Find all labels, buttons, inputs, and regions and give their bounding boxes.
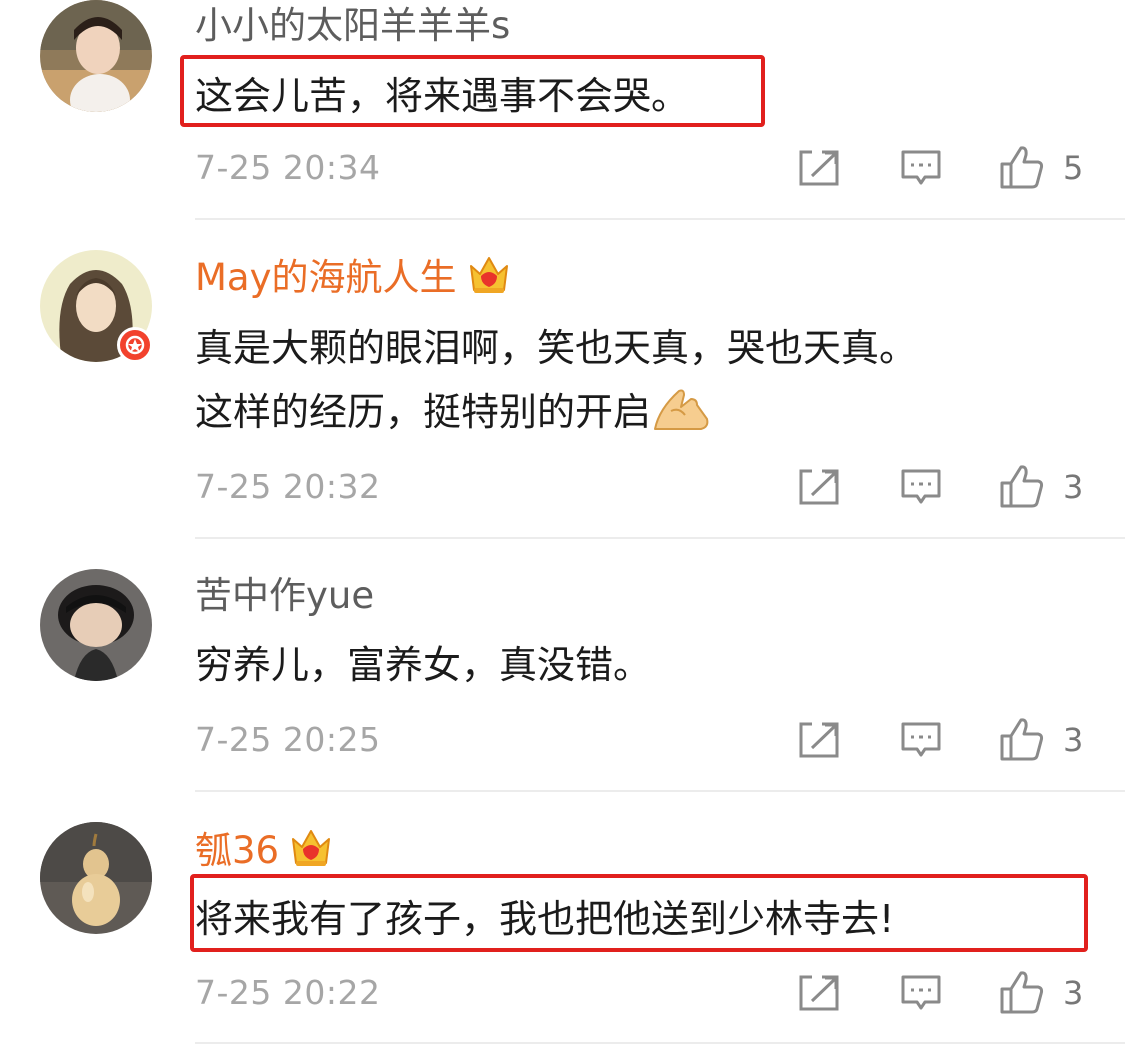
comment-timestamp: 7-25 20:25 (195, 720, 381, 759)
highlight-annotation-box (180, 55, 765, 127)
crown-vip-icon (469, 257, 508, 293)
divider (195, 1042, 1125, 1044)
comment-timestamp: 7-25 20:34 (195, 148, 381, 187)
reply-comment-icon (901, 722, 941, 757)
thumbs-up-icon (1000, 465, 1044, 508)
avatar[interactable] (40, 569, 152, 681)
share-icon (799, 469, 839, 505)
reply-button[interactable] (898, 718, 944, 762)
comment-line: 真是大颗的眼泪啊，笑也天真，哭也天真。 (195, 326, 918, 370)
like-count: 3 (1063, 974, 1084, 1012)
reply-button[interactable] (898, 465, 944, 509)
comment-timestamp: 7-25 20:22 (195, 973, 381, 1012)
reply-button[interactable] (898, 971, 944, 1015)
avatar[interactable] (40, 822, 152, 934)
share-icon (799, 722, 839, 758)
highlight-annotation-box (190, 874, 1088, 952)
reply-button[interactable] (898, 146, 944, 190)
like-count: 3 (1063, 468, 1084, 506)
verified-badge (117, 327, 153, 363)
reply-comment-icon (901, 150, 941, 185)
thumbs-up-icon (1000, 718, 1044, 761)
comment-text: 穷养儿，富养女，真没错。 (195, 633, 651, 697)
username-text[interactable]: 小小的太阳羊羊羊s (195, 4, 510, 47)
username-text[interactable]: 苦中作yue (195, 574, 374, 617)
reply-comment-icon (901, 975, 941, 1010)
share-button[interactable] (796, 146, 842, 190)
comment-line-text: 这样的经历，挺特别的开启 (195, 390, 652, 434)
avatar-cartoon-boy-image (40, 569, 152, 681)
pray-hands-icon (654, 389, 709, 430)
verified-badge-icon (125, 335, 145, 355)
divider (195, 218, 1125, 220)
share-icon (799, 150, 839, 186)
avatar[interactable] (40, 0, 152, 112)
comment-username[interactable]: 瓠36 (195, 825, 333, 875)
reply-comment-icon (901, 469, 941, 504)
share-button[interactable] (796, 718, 842, 762)
thumbs-up-icon (1000, 146, 1044, 189)
vip-crown-icon (467, 252, 511, 296)
like-button[interactable] (998, 143, 1046, 191)
crown-vip-icon (292, 830, 331, 866)
share-button[interactable] (796, 465, 842, 509)
avatar-gourd-image (40, 822, 152, 934)
share-icon (799, 975, 839, 1011)
like-button[interactable] (998, 715, 1046, 763)
comment-timestamp: 7-25 20:32 (195, 467, 381, 506)
like-button[interactable] (998, 968, 1046, 1016)
thumbs-up-icon (1000, 971, 1044, 1014)
divider (195, 790, 1125, 792)
like-button[interactable] (998, 462, 1046, 510)
comment-username[interactable]: 苦中作yue (195, 572, 374, 620)
divider (195, 537, 1125, 539)
comment-line: 这样的经历，挺特别的开启 (195, 380, 917, 444)
username-text[interactable]: 瓠36 (195, 829, 279, 872)
username-text[interactable]: May的海航人生 (195, 256, 457, 299)
like-count: 5 (1063, 149, 1084, 187)
share-button[interactable] (796, 971, 842, 1015)
avatar-girl-image (40, 0, 152, 112)
vip-crown-icon (289, 825, 333, 869)
like-count: 3 (1063, 721, 1084, 759)
comment-username[interactable]: 小小的太阳羊羊羊s (195, 2, 510, 50)
comment-text: 真是大颗的眼泪啊，笑也天真，哭也天真。 这样的经历，挺特别的开启 (195, 316, 917, 444)
comment-line: 穷养儿，富养女，真没错。 (195, 643, 652, 687)
pray-hands-emoji (651, 385, 711, 433)
comment-username[interactable]: May的海航人生 (195, 252, 511, 302)
